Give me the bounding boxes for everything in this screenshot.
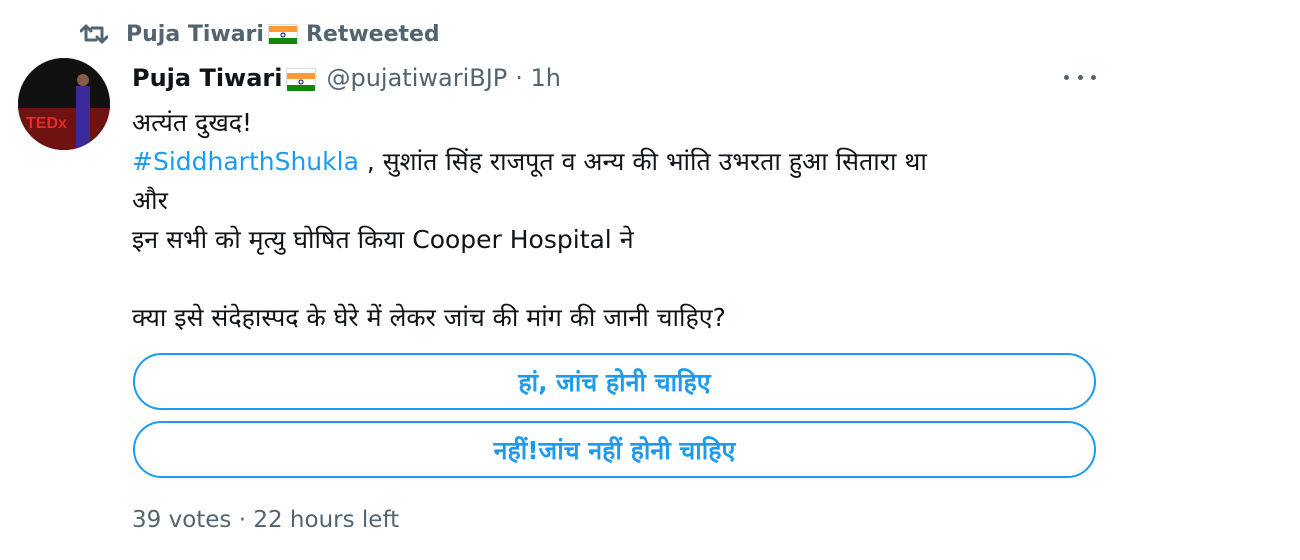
tweet-question: क्या इसे संदेहास्पद के घेरे में लेकर जां…: [132, 303, 726, 332]
india-flag-icon: [267, 24, 298, 44]
tweet-text: अत्यंत दुखद! #SiddharthShukla , सुशांत स…: [132, 103, 1112, 337]
tweet-line-4: इन सभी को मृत्यु घोषित किया Cooper Hospi…: [132, 225, 634, 254]
author-handle[interactable]: @pujatiwariBJP: [326, 64, 507, 92]
retweet-header: Puja Tiwari Retweeted: [80, 18, 440, 50]
tweet-line-1: अत्यंत दुखद!: [132, 108, 253, 137]
retweeted-label: Retweeted: [305, 21, 440, 47]
poll-meta: 39 votes · 22 hours left: [132, 507, 400, 533]
poll-option-label: हां, जांच होनी चाहिए: [518, 367, 711, 397]
india-flag-icon: [286, 68, 317, 91]
poll-option-yes[interactable]: हां, जांच होनी चाहिए: [133, 353, 1096, 410]
more-icon[interactable]: [1064, 64, 1096, 90]
avatar-logo-text: TEDx: [26, 115, 67, 132]
retweet-icon: [80, 24, 108, 44]
hashtag-link[interactable]: #SiddharthShukla: [132, 147, 359, 176]
poll-option-label: नहीं!जांच नहीं होनी चाहिए: [493, 435, 736, 465]
avatar[interactable]: TEDx: [18, 58, 110, 150]
tweet-header: Puja Tiwari @pujatiwariBJP · 1h: [132, 60, 1110, 96]
tweet-line-3: और: [132, 186, 168, 215]
author-name[interactable]: Puja Tiwari: [132, 64, 282, 92]
tweet-time[interactable]: · 1h: [515, 64, 561, 92]
poll-time-left: 22 hours left: [253, 507, 400, 533]
poll-votes: 39 votes: [132, 507, 232, 533]
poll-option-no[interactable]: नहीं!जांच नहीं होनी चाहिए: [133, 421, 1096, 478]
tweet-line-2: #SiddharthShukla , सुशांत सिंह राजपूत व …: [132, 147, 927, 176]
retweeter-name[interactable]: Puja Tiwari: [126, 22, 264, 47]
